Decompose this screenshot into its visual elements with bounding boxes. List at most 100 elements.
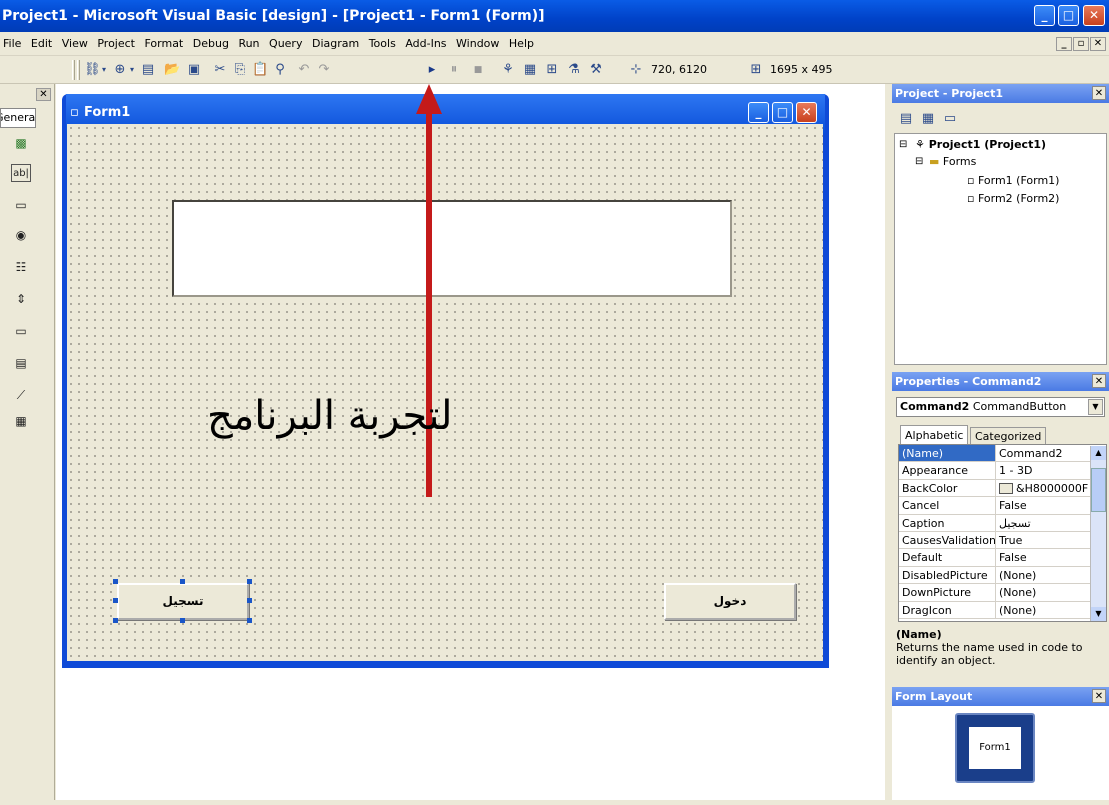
form-layout-form1[interactable]: Form1	[967, 725, 1023, 771]
menu-file[interactable]: File	[0, 32, 24, 56]
property-row[interactable]: Appearance 1 - 3D	[899, 462, 1106, 480]
form1-designer-window: ▫ Form1 _ □ ✕ تسجيل دخول	[62, 94, 829, 668]
project-close-button[interactable]: ✕	[1092, 86, 1106, 100]
toolbar-grip[interactable]	[72, 60, 75, 80]
open-project-icon[interactable]: 📂	[164, 62, 180, 78]
paste-icon[interactable]: 📋	[252, 62, 268, 78]
menu-run[interactable]: Run	[235, 32, 262, 56]
maximize-button[interactable]: □	[1058, 5, 1079, 26]
filelistbox-tool-icon[interactable]: ▤	[12, 354, 30, 372]
end-icon[interactable]: ■	[470, 62, 486, 78]
property-row[interactable]: (Name) Command2	[899, 445, 1106, 463]
mdi-minimize-button[interactable]: _	[1056, 37, 1072, 51]
collapse-icon[interactable]: ⊟	[915, 156, 923, 167]
scroll-thumb[interactable]	[1091, 468, 1106, 512]
copy-icon[interactable]: ⎘	[232, 62, 248, 78]
property-row[interactable]: BackColor &H8000000F	[899, 479, 1106, 498]
properties-window-icon[interactable]: ▦	[522, 62, 538, 78]
toolbox-general-tab[interactable]: General	[0, 108, 36, 128]
cut-icon[interactable]: ✂	[212, 62, 228, 78]
tree-form1[interactable]: ▫ Form1 (Form1)	[967, 174, 1059, 187]
commandbutton-tool-icon[interactable]: ▭	[12, 196, 30, 214]
form-minimize-button[interactable]: _	[748, 102, 769, 123]
add-project-icon[interactable]: ⛓	[84, 62, 101, 78]
selection-handle[interactable]	[247, 579, 252, 584]
scroll-down-icon[interactable]: ▼	[1091, 607, 1106, 621]
dropdown-arrow-icon[interactable]: ▾	[128, 62, 136, 78]
scrollbar-tool-icon[interactable]: ⇕	[12, 290, 30, 308]
property-grid-scrollbar[interactable]: ▲ ▼	[1090, 446, 1106, 621]
line-tool-icon[interactable]: ⟋	[12, 386, 30, 404]
selection-handle[interactable]	[247, 618, 252, 623]
add-form-icon[interactable]: ⊕	[112, 62, 128, 78]
menu-bar: File Edit View Project Format Debug Run …	[0, 32, 1109, 56]
selection-handle[interactable]	[113, 618, 118, 623]
save-project-icon[interactable]: ▣	[186, 62, 202, 78]
property-row[interactable]: DisabledPicture (None)	[899, 566, 1106, 585]
menu-edit[interactable]: Edit	[28, 32, 55, 56]
selection-handle[interactable]	[180, 618, 185, 623]
drivelistbox-tool-icon[interactable]: ▭	[12, 322, 30, 340]
property-row[interactable]: Cancel False	[899, 497, 1106, 515]
selection-handle[interactable]	[113, 579, 118, 584]
object-browser-icon[interactable]: ⚗	[566, 62, 582, 78]
property-row[interactable]: CausesValidation True	[899, 531, 1106, 550]
menu-window[interactable]: Window	[453, 32, 502, 56]
view-code-icon[interactable]: ▤	[898, 111, 914, 127]
toolbox-close-button[interactable]: ✕	[36, 88, 51, 101]
form-layout-icon[interactable]: ⊞	[544, 62, 560, 78]
dropdown-arrow-icon[interactable]: ▾	[100, 62, 108, 78]
menu-project[interactable]: Project	[94, 32, 138, 56]
menu-format[interactable]: Format	[141, 32, 186, 56]
mdi-restore-button[interactable]: ▫	[1073, 37, 1089, 51]
menu-tools[interactable]: Tools	[366, 32, 399, 56]
properties-close-button[interactable]: ✕	[1092, 374, 1106, 388]
view-object-icon[interactable]: ▦	[920, 111, 936, 127]
break-icon[interactable]: ⏸	[446, 62, 462, 78]
tree-forms-folder[interactable]: ▬ Forms	[929, 155, 976, 168]
property-row[interactable]: DragIcon (None)	[899, 601, 1106, 619]
minimize-button[interactable]: _	[1034, 5, 1055, 26]
chevron-down-icon[interactable]: ▼	[1088, 399, 1103, 415]
menu-add-ins[interactable]: Add-Ins	[402, 32, 449, 56]
optionbutton-tool-icon[interactable]: ◉	[12, 226, 30, 244]
find-icon[interactable]: ⚲	[272, 62, 288, 78]
property-row[interactable]: Caption تسجيل	[899, 514, 1106, 532]
selection-handle[interactable]	[113, 598, 118, 603]
text1-textbox[interactable]	[172, 200, 732, 297]
menu-debug[interactable]: Debug	[190, 32, 232, 56]
mdi-close-button[interactable]: ✕	[1090, 37, 1106, 51]
scroll-up-icon[interactable]: ▲	[1091, 446, 1106, 460]
start-icon[interactable]: ▸	[424, 62, 440, 78]
tree-form2[interactable]: ▫ Form2 (Form2)	[967, 192, 1059, 205]
app-title-bar: Project1 - Microsoft Visual Basic [desig…	[0, 0, 1109, 32]
tree-project-root[interactable]: ⚘ Project1 (Project1)	[915, 138, 1046, 151]
form-layout-close-button[interactable]: ✕	[1092, 689, 1106, 703]
command2-button[interactable]: تسجيل	[117, 583, 249, 620]
listbox-tool-icon[interactable]: ☷	[12, 258, 30, 276]
menu-help[interactable]: Help	[506, 32, 537, 56]
properties-panel: Properties - Command2 ✕ Command2 Command…	[892, 372, 1109, 447]
property-row[interactable]: DownPicture (None)	[899, 584, 1106, 602]
form-close-button[interactable]: ✕	[796, 102, 817, 123]
toggle-folders-icon[interactable]: ▭	[942, 111, 958, 127]
close-button[interactable]: ✕	[1083, 5, 1105, 26]
menu-query[interactable]: Query	[266, 32, 305, 56]
selection-handle[interactable]	[247, 598, 252, 603]
object-selector[interactable]: Command2 CommandButton ▼	[896, 397, 1105, 417]
picturebox-tool-icon[interactable]: ▩	[12, 134, 30, 152]
redo-icon[interactable]: ↷	[316, 62, 332, 78]
menu-editor-icon[interactable]: ▤	[140, 62, 156, 78]
collapse-icon[interactable]: ⊟	[899, 139, 907, 150]
project-explorer-icon[interactable]: ⚘	[500, 62, 516, 78]
textbox-tool-icon[interactable]: ab|	[11, 164, 31, 182]
data-tool-icon[interactable]: ▦	[12, 412, 30, 430]
undo-icon[interactable]: ↶	[296, 62, 312, 78]
selection-handle[interactable]	[180, 579, 185, 584]
menu-view[interactable]: View	[59, 32, 91, 56]
form-maximize-button[interactable]: □	[772, 102, 793, 123]
toolbox-icon[interactable]: ⚒	[588, 62, 604, 78]
command1-button[interactable]: دخول	[664, 583, 796, 620]
menu-diagram[interactable]: Diagram	[309, 32, 362, 56]
property-row[interactable]: Default False	[899, 549, 1106, 567]
